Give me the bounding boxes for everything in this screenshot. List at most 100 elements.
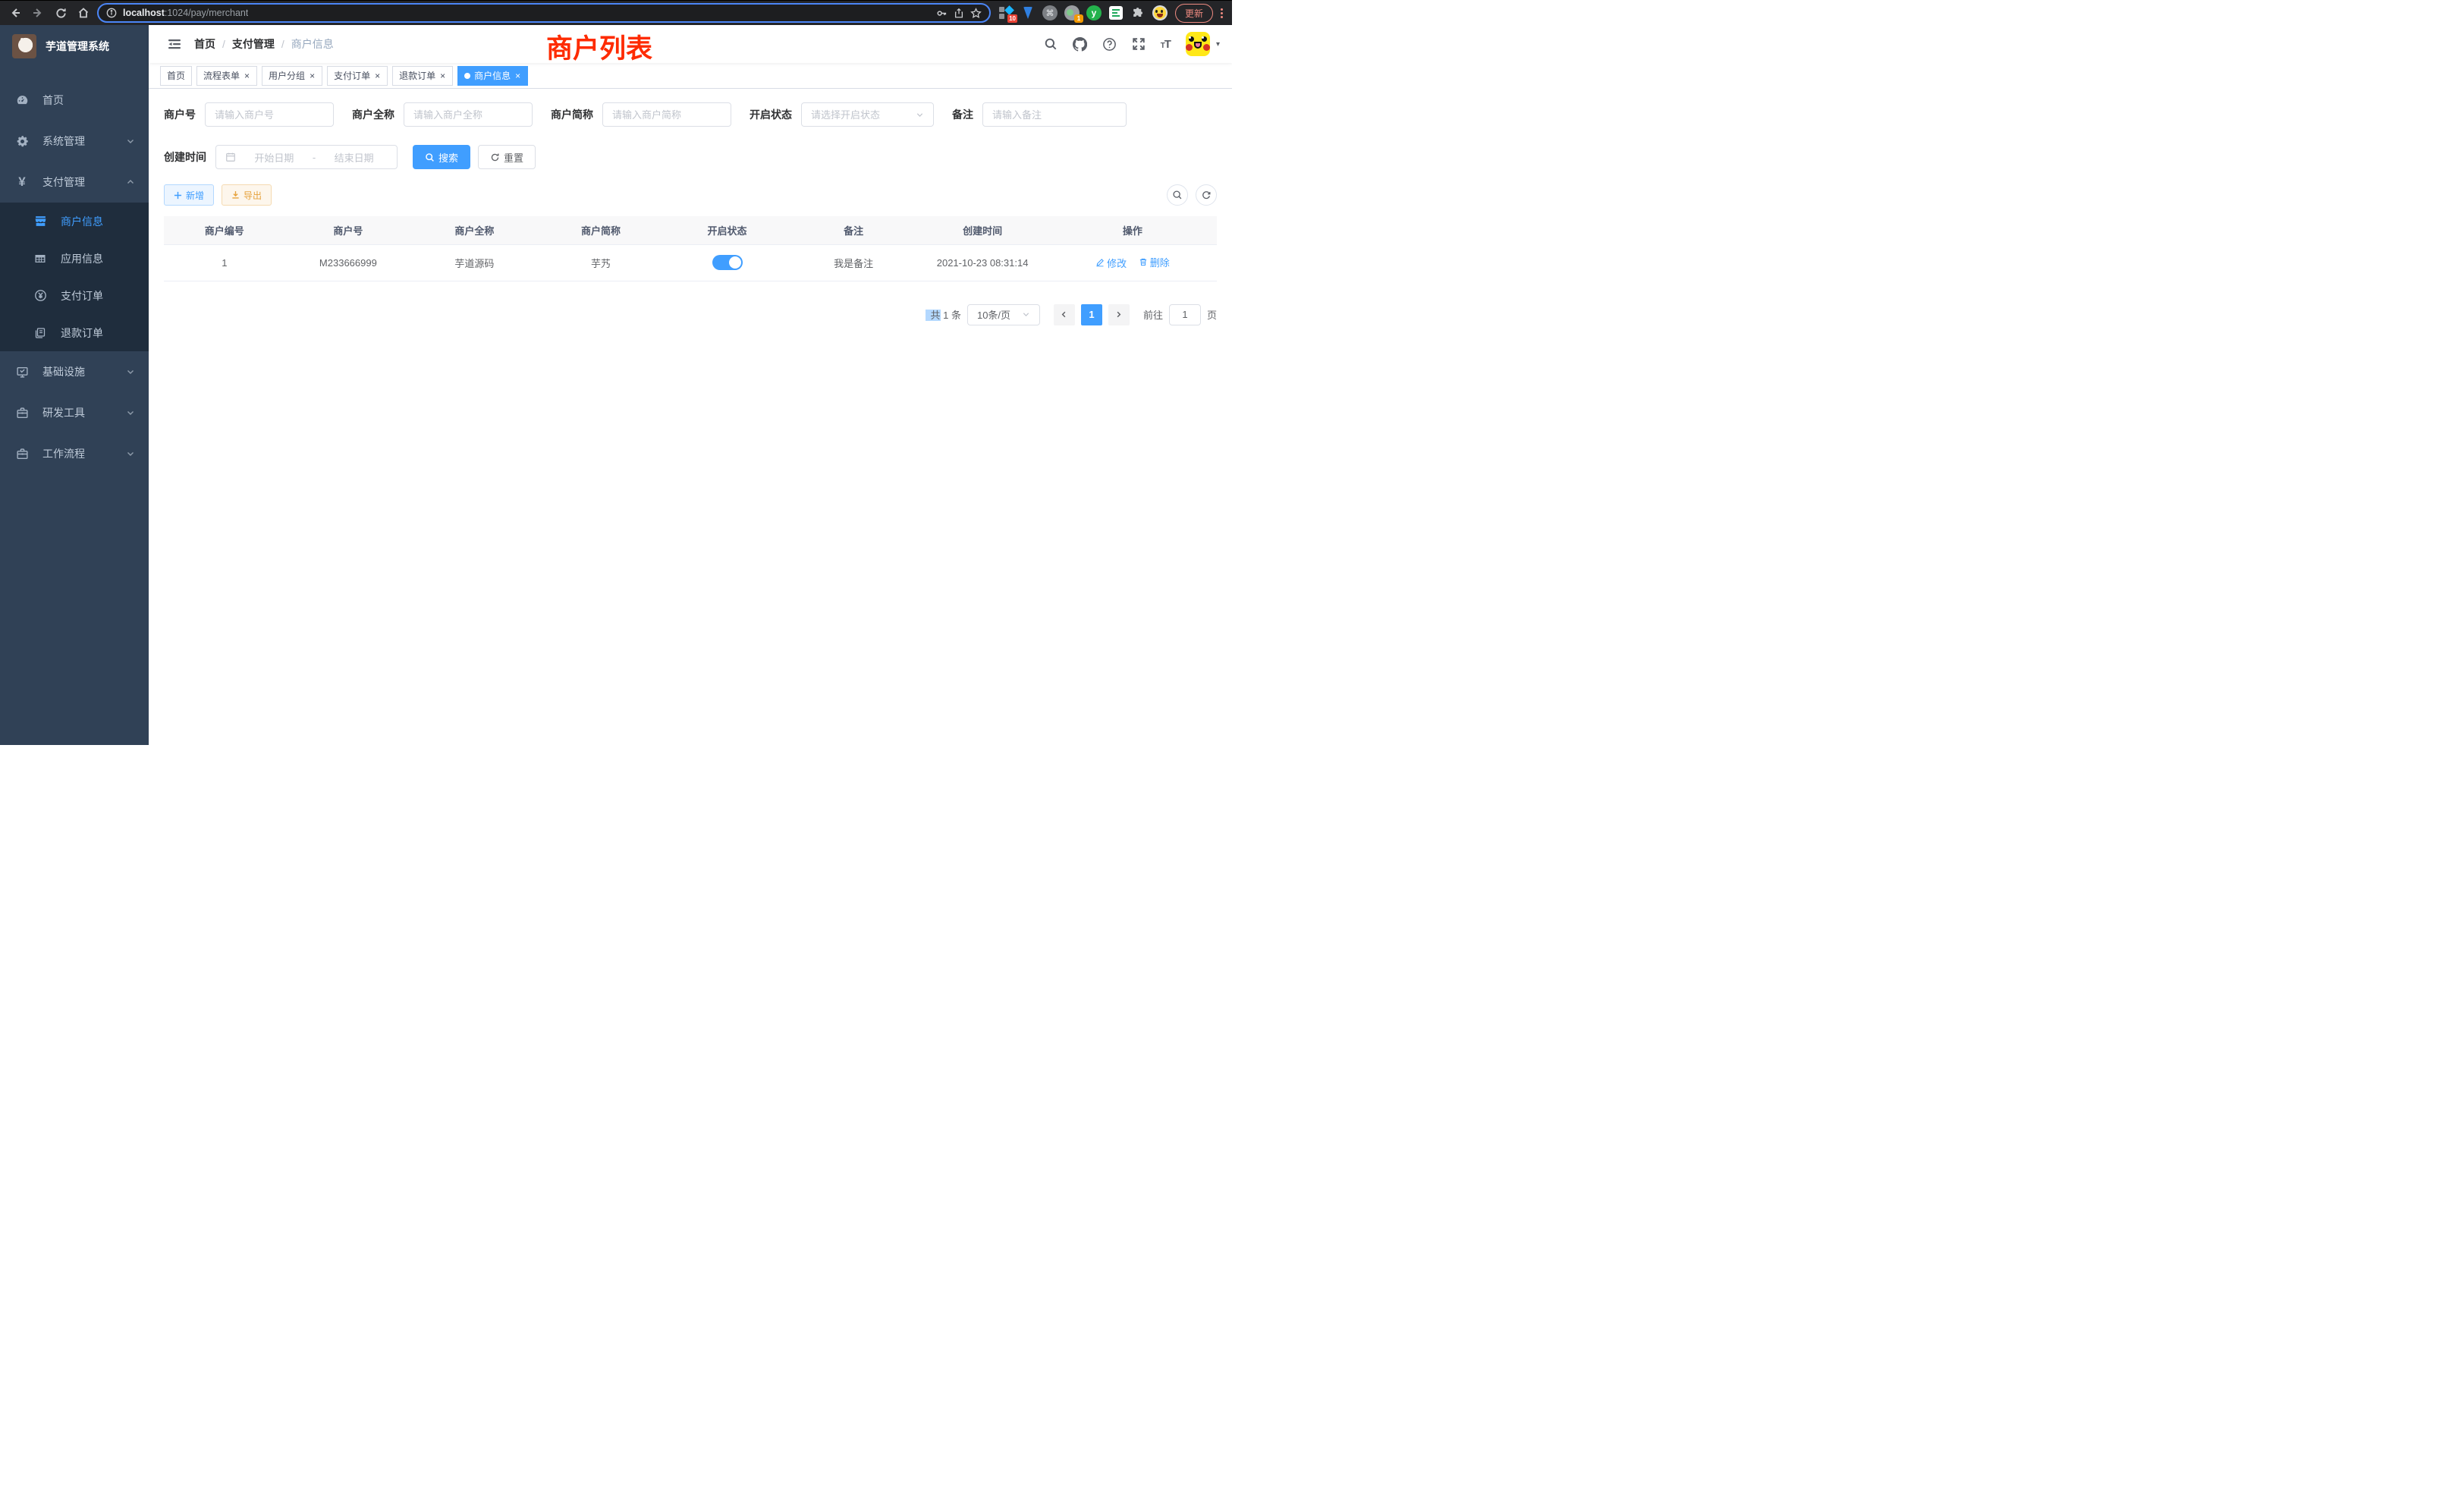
- fullscreen-icon[interactable]: [1132, 37, 1146, 51]
- chrome-update-button[interactable]: 更新: [1175, 4, 1213, 23]
- chevron-down-icon: [126, 137, 135, 146]
- sidebar-item-refund-order[interactable]: 退款订单: [0, 314, 149, 351]
- tab-close-icon[interactable]: ×: [244, 71, 250, 80]
- tab-home[interactable]: 首页: [160, 66, 192, 86]
- sidebar-item-merchant-info[interactable]: 商户信息: [0, 203, 149, 240]
- col-status: 开启状态: [664, 216, 790, 244]
- col-short-name: 商户简称: [538, 216, 665, 244]
- add-button[interactable]: 新增: [164, 184, 214, 206]
- tab-close-icon[interactable]: ×: [309, 71, 316, 80]
- reset-button[interactable]: 重置: [478, 145, 536, 169]
- breadcrumb-home[interactable]: 首页: [194, 36, 215, 52]
- address-bar[interactable]: localhost:1024/pay/merchant: [97, 3, 991, 23]
- font-size-icon[interactable]: TT: [1161, 38, 1171, 51]
- export-button[interactable]: 导出: [222, 184, 272, 206]
- short-name-label: 商户简称: [551, 107, 593, 122]
- status-select-input[interactable]: [811, 109, 916, 121]
- extension-tabs-icon[interactable]: 10: [998, 5, 1014, 20]
- refresh-button[interactable]: [1196, 184, 1217, 206]
- sidebar-collapse-icon[interactable]: [161, 30, 188, 58]
- date-separator: -: [313, 152, 316, 163]
- breadcrumb: 首页 / 支付管理 / 商户信息: [194, 36, 334, 52]
- table-header-row: 商户编号 商户号 商户全称 商户简称 开启状态 备注 创建时间 操作: [164, 216, 1217, 244]
- page-size-select[interactable]: 10条/页: [967, 304, 1040, 325]
- tab-merchant-info[interactable]: 商户信息×: [457, 66, 528, 86]
- prev-page-button[interactable]: [1054, 304, 1075, 325]
- bookmark-star-icon[interactable]: [970, 8, 982, 19]
- active-tab-dot: [464, 73, 470, 79]
- merchant-no-input[interactable]: [215, 109, 324, 121]
- merchant-table: 商户编号 商户号 商户全称 商户简称 开启状态 备注 创建时间 操作 1: [164, 216, 1217, 281]
- sidebar-item-pay[interactable]: ¥ 支付管理: [0, 162, 149, 203]
- yen-circle-icon: [33, 289, 47, 302]
- browser-reload-icon[interactable]: [52, 4, 70, 22]
- extension-emoji-icon[interactable]: [1152, 5, 1168, 20]
- tab-pay-order[interactable]: 支付订单×: [327, 66, 388, 86]
- chevron-down-icon: [126, 367, 135, 376]
- col-full-name: 商户全称: [411, 216, 538, 244]
- page-1-button[interactable]: 1: [1081, 304, 1102, 325]
- sidebar-item-system[interactable]: 系统管理: [0, 121, 149, 162]
- briefcase-icon: [15, 448, 29, 461]
- extensions-puzzle-icon[interactable]: [1130, 5, 1146, 20]
- share-icon[interactable]: [954, 8, 964, 19]
- sidebar-item-label: 商户信息: [61, 214, 135, 229]
- grid-icon: [33, 253, 47, 265]
- tab-user-group[interactable]: 用户分组×: [262, 66, 322, 86]
- short-name-input[interactable]: [612, 109, 721, 121]
- create-time-label: 创建时间: [164, 149, 206, 165]
- sidebar-item-home[interactable]: 首页: [0, 80, 149, 121]
- gear-icon: [15, 135, 29, 148]
- browser-back-icon[interactable]: [6, 4, 24, 22]
- header-search-icon[interactable]: [1044, 37, 1058, 51]
- site-info-icon[interactable]: [106, 8, 117, 18]
- pagination: 共 1 条 10条/页 1 前往: [164, 304, 1217, 325]
- delete-link[interactable]: 删除: [1139, 255, 1170, 269]
- chrome-menu-icon[interactable]: [1218, 8, 1226, 18]
- full-name-input[interactable]: [413, 109, 523, 121]
- sidebar-item-dev-tools[interactable]: 研发工具: [0, 392, 149, 433]
- cell-full-name: 芋道源码: [411, 244, 538, 281]
- sidebar-item-infra[interactable]: 基础设施: [0, 351, 149, 392]
- sidebar-item-app-info[interactable]: 应用信息: [0, 240, 149, 277]
- url-path: :1024/pay/merchant: [165, 8, 249, 18]
- extension-gem-icon[interactable]: [1020, 5, 1036, 20]
- extension-command-icon[interactable]: ⌘: [1042, 5, 1058, 20]
- date-range-picker[interactable]: 开始日期 - 结束日期: [215, 145, 398, 169]
- browser-home-icon[interactable]: [74, 4, 93, 22]
- status-select[interactable]: [801, 102, 934, 127]
- extension-camera-icon[interactable]: 1: [1064, 5, 1080, 20]
- browser-forward-icon[interactable]: [29, 4, 47, 22]
- status-toggle[interactable]: [712, 255, 743, 270]
- delete-link-label: 删除: [1150, 255, 1170, 269]
- search-button[interactable]: 搜索: [413, 145, 470, 169]
- help-icon[interactable]: [1102, 37, 1117, 52]
- extension-y-icon[interactable]: y: [1086, 5, 1102, 20]
- tab-close-icon[interactable]: ×: [439, 71, 446, 80]
- col-merchant-no: 商户号: [285, 216, 412, 244]
- edit-link[interactable]: 修改: [1095, 256, 1127, 270]
- tab-label: 首页: [167, 69, 185, 82]
- tab-close-icon[interactable]: ×: [514, 71, 521, 80]
- user-menu[interactable]: ▾: [1186, 32, 1220, 56]
- remark-input[interactable]: [992, 109, 1117, 121]
- toggle-search-button[interactable]: [1167, 184, 1188, 206]
- tab-refund-order[interactable]: 退款订单×: [392, 66, 453, 86]
- breadcrumb-pay[interactable]: 支付管理: [232, 36, 275, 52]
- logo-image: [12, 34, 36, 58]
- sidebar-item-workflow[interactable]: 工作流程: [0, 433, 149, 474]
- extension-doc-icon[interactable]: [1108, 5, 1124, 20]
- cell-create-time: 2021-10-23 08:31:14: [916, 244, 1048, 281]
- goto-page-input[interactable]: [1179, 309, 1191, 320]
- next-page-button[interactable]: [1108, 304, 1130, 325]
- sidebar-logo[interactable]: 芋道管理系统: [0, 25, 149, 68]
- github-icon[interactable]: [1073, 37, 1087, 52]
- sidebar-item-label: 应用信息: [61, 251, 135, 266]
- tab-close-icon[interactable]: ×: [374, 71, 381, 80]
- sidebar-item-pay-order[interactable]: 支付订单: [0, 277, 149, 314]
- tab-process-form[interactable]: 流程表单×: [196, 66, 257, 86]
- screen: localhost:1024/pay/merchant 10 ⌘: [0, 0, 1232, 745]
- filter-row-2: 创建时间 开始日期 - 结束日期 搜索: [164, 145, 1217, 169]
- password-key-icon[interactable]: [936, 8, 948, 19]
- breadcrumb-current: 商户信息: [291, 36, 334, 52]
